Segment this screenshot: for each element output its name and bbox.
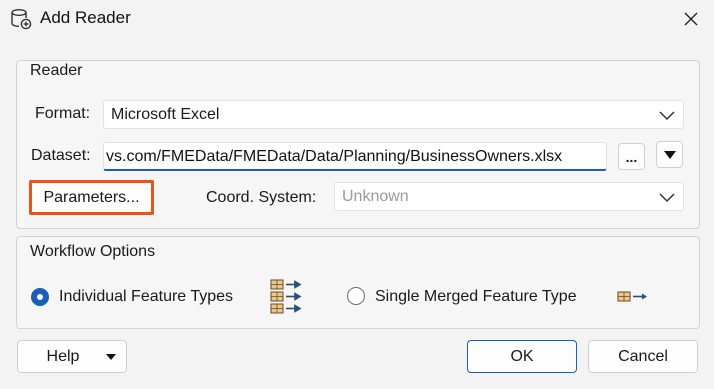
format-value: Microsoft Excel — [111, 106, 220, 123]
help-button[interactable]: Help — [17, 340, 127, 373]
browse-button[interactable]: ... — [618, 143, 645, 170]
merged-feature-type-icon — [617, 291, 647, 302]
multiple-feature-types-icon — [270, 279, 302, 314]
browse-label: ... — [625, 148, 638, 165]
coord-system-placeholder: Unknown — [342, 188, 409, 205]
format-select[interactable]: Microsoft Excel — [103, 100, 684, 129]
database-add-icon — [11, 9, 32, 30]
cancel-button[interactable]: Cancel — [588, 340, 698, 373]
format-label: Format: — [35, 105, 91, 122]
help-label: Help — [46, 347, 80, 365]
ok-label: OK — [510, 347, 534, 365]
ok-button[interactable]: OK — [467, 340, 577, 373]
reader-group-label: Reader — [30, 62, 83, 79]
window-title: Add Reader — [40, 8, 131, 27]
title-bar: Add Reader — [0, 0, 714, 38]
dataset-label: Dataset: — [31, 147, 91, 164]
coord-system-label: Coord. System: — [206, 189, 317, 206]
individual-feature-types-radio[interactable] — [31, 288, 49, 306]
chevron-down-icon — [659, 193, 675, 203]
close-button[interactable] — [672, 0, 710, 38]
coord-system-select[interactable]: Unknown — [334, 182, 684, 211]
triangle-down-icon — [106, 354, 116, 360]
individual-feature-types-label[interactable]: Individual Feature Types — [59, 288, 233, 306]
workflow-options-label: Workflow Options — [30, 243, 156, 260]
dataset-input[interactable]: vs.com/FMEData/FMEData/Data/Planning/Bus… — [103, 142, 607, 171]
parameters-label: Parameters... — [43, 188, 140, 206]
chevron-down-icon — [659, 111, 675, 121]
dataset-menu-button[interactable] — [656, 141, 683, 168]
close-icon — [684, 12, 698, 26]
parameters-button[interactable]: Parameters... — [29, 180, 154, 215]
single-merged-feature-type-radio[interactable] — [347, 287, 365, 305]
cancel-label: Cancel — [618, 347, 668, 365]
single-merged-feature-type-label[interactable]: Single Merged Feature Type — [375, 288, 577, 306]
triangle-down-icon — [663, 150, 676, 159]
